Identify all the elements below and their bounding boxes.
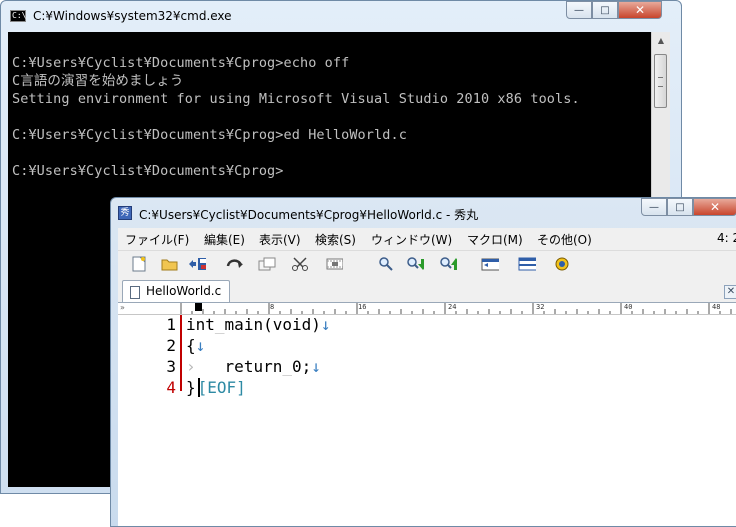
cmd-close-button[interactable]: ✕ bbox=[618, 1, 662, 19]
eof-mark: [EOF] bbox=[197, 378, 246, 397]
editor-maximize-button[interactable]: □ bbox=[667, 198, 693, 216]
search-down-icon[interactable] bbox=[406, 256, 424, 272]
newline-mark: ↓ bbox=[320, 315, 331, 334]
editor-close-button[interactable]: ✕ bbox=[693, 198, 736, 216]
space-mark: _ bbox=[214, 315, 225, 334]
grep-icon[interactable] bbox=[554, 256, 572, 272]
editor-body: ファイル(F) 編集(E) 表示(V) 検索(S) ウィンドウ(W) マクロ(M… bbox=[118, 228, 736, 526]
gutter-separator bbox=[180, 315, 182, 391]
ruler-number: 24 bbox=[448, 303, 457, 311]
ruler-number: 32 bbox=[536, 303, 545, 311]
menu-bar: ファイル(F) 編集(E) 表示(V) 検索(S) ウィンドウ(W) マクロ(M… bbox=[118, 228, 736, 248]
scrollbar-thumb[interactable] bbox=[654, 54, 667, 108]
code-line-4: } [EOF] bbox=[186, 378, 246, 397]
text-caret bbox=[198, 378, 200, 397]
editor-window-title: C:¥Users¥Cyclist¥Documents¥Cprog¥HelloWo… bbox=[139, 208, 479, 222]
code-token: return bbox=[224, 357, 283, 376]
cmd-minimize-button[interactable]: — bbox=[566, 1, 592, 19]
ruler-number: 8 bbox=[270, 303, 275, 311]
window-list-icon[interactable] bbox=[481, 256, 499, 272]
editor-caption-buttons: — □ ✕ bbox=[641, 198, 736, 216]
close-tab-button[interactable]: ✕ bbox=[724, 285, 736, 299]
editor-window: 秀 C:¥Users¥Cyclist¥Documents¥Cprog¥Hello… bbox=[110, 197, 736, 527]
ruler-number: 48 bbox=[712, 303, 721, 311]
cursor-position-indicator: 4: 2 bbox=[717, 231, 736, 245]
scroll-up-arrow-icon[interactable]: ▲ bbox=[652, 32, 670, 49]
newline-mark: ↓ bbox=[195, 336, 206, 355]
hidemaru-app-icon[interactable]: 秀 bbox=[118, 206, 132, 220]
editor-minimize-button[interactable]: — bbox=[641, 198, 667, 216]
newline-mark: ↓ bbox=[311, 357, 321, 376]
tab-label: HelloWorld.c bbox=[146, 284, 222, 298]
ruler-number: 40 bbox=[624, 303, 633, 311]
menu-other[interactable]: その他(O) bbox=[537, 231, 592, 248]
code-line-1: int_main(void)↓ bbox=[186, 315, 331, 334]
console-line: C:¥Users¥Cyclist¥Documents¥Cprog>echo of… bbox=[12, 55, 350, 71]
split-window-icon[interactable] bbox=[518, 256, 536, 272]
menu-file[interactable]: ファイル(F) bbox=[125, 231, 189, 248]
cmd-window-title: C:¥Windows¥system32¥cmd.exe bbox=[33, 9, 232, 23]
new-file-icon[interactable] bbox=[130, 256, 148, 272]
text-editor-area[interactable]: 1 2 3 4 int_main(void)↓ {↓ › return_0;↓ … bbox=[118, 315, 736, 526]
search-up-icon[interactable] bbox=[439, 256, 457, 272]
code-line-3: › return_0;↓ bbox=[186, 357, 321, 376]
search-icon[interactable] bbox=[377, 256, 395, 272]
document-icon bbox=[130, 286, 140, 299]
copy-icon[interactable] bbox=[258, 256, 276, 272]
open-folder-icon[interactable] bbox=[161, 256, 179, 272]
ruler-number: 16 bbox=[358, 303, 367, 311]
undo-icon[interactable] bbox=[226, 256, 244, 272]
console-line: C:¥Users¥Cyclist¥Documents¥Cprog>ed Hell… bbox=[12, 127, 407, 143]
menu-view[interactable]: 表示(V) bbox=[259, 231, 301, 248]
code-token: } bbox=[186, 378, 196, 397]
line-number: 2 bbox=[166, 336, 176, 355]
tab-mark: › bbox=[186, 357, 196, 376]
code-line-2: {↓ bbox=[186, 336, 205, 355]
cmd-caption-buttons: — □ ✕ bbox=[566, 1, 662, 19]
tab-bar: HelloWorld.c ✕ bbox=[118, 278, 736, 303]
cmd-titlebar[interactable]: C:\ C:¥Windows¥system32¥cmd.exe — □ ✕ bbox=[1, 1, 681, 31]
console-line: C言語の演習を始めましょう bbox=[12, 73, 184, 89]
code-token: { bbox=[186, 336, 196, 355]
menu-edit[interactable]: 編集(E) bbox=[204, 231, 245, 248]
menu-search[interactable]: 検索(S) bbox=[315, 231, 356, 248]
console-line: C:¥Users¥Cyclist¥Documents¥Cprog> bbox=[12, 163, 284, 179]
code-token: 0; bbox=[291, 357, 312, 376]
console-line: Setting environment for using Microsoft … bbox=[12, 91, 580, 107]
line-number: 1 bbox=[166, 315, 176, 334]
menu-macro[interactable]: マクロ(M) bbox=[467, 231, 523, 248]
ruler-ticks bbox=[180, 303, 732, 314]
toolbar bbox=[118, 250, 736, 277]
cmd-app-icon[interactable]: C:\ bbox=[10, 10, 26, 22]
save-as-icon[interactable] bbox=[188, 256, 206, 272]
space-mark: _ bbox=[282, 357, 292, 376]
code-token: main(void) bbox=[224, 315, 321, 334]
code-token: int bbox=[186, 315, 215, 334]
cut-icon[interactable] bbox=[291, 256, 309, 272]
ruler[interactable]: » 8 16 24 32 40 48 bbox=[118, 303, 736, 315]
editor-titlebar[interactable]: 秀 C:¥Users¥Cyclist¥Documents¥Cprog¥Hello… bbox=[111, 198, 736, 228]
line-number: 3 bbox=[166, 357, 176, 376]
line-number-current: 4 bbox=[166, 378, 176, 397]
line-number-gutter: 1 2 3 4 bbox=[118, 315, 180, 526]
menu-window[interactable]: ウィンドウ(W) bbox=[371, 231, 452, 248]
paste-icon[interactable] bbox=[325, 256, 343, 272]
cmd-maximize-button[interactable]: □ bbox=[592, 1, 618, 19]
tab-helloworld[interactable]: HelloWorld.c bbox=[122, 280, 230, 302]
